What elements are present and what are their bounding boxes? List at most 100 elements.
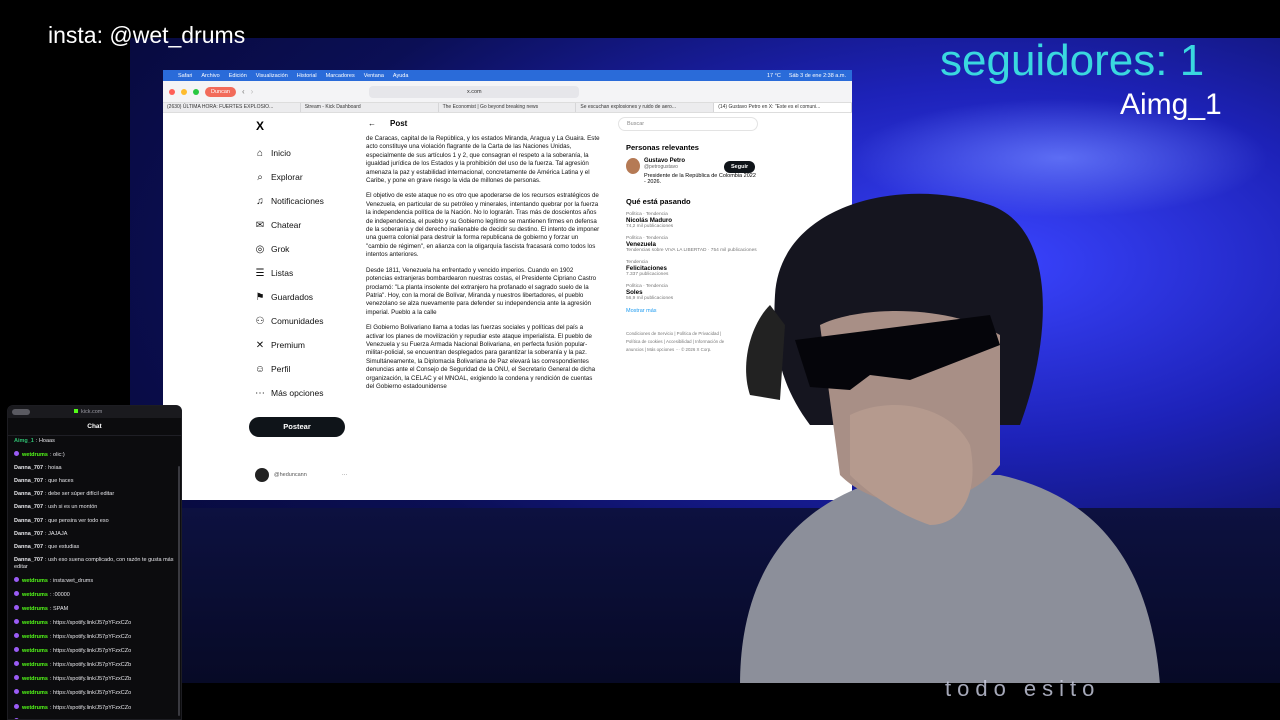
chat-username[interactable]: wetdrums: [22, 676, 48, 682]
search-input[interactable]: Buscar: [618, 117, 758, 131]
menu-item[interactable]: Historial: [297, 73, 317, 79]
chat-username[interactable]: wetdrums: [22, 690, 48, 696]
chat-text: SPAM: [53, 605, 69, 612]
chat-username[interactable]: wetdrums: [22, 452, 48, 458]
profile-button[interactable]: Duncan: [205, 86, 236, 97]
nav-item[interactable]: ⌕ Explorar: [249, 165, 359, 189]
chat-message: wetdrums: insta:wet_drums: [14, 576, 175, 585]
chat-text: insta:wet_drums: [53, 577, 94, 584]
chat-username[interactable]: Danna_707: [14, 465, 43, 471]
browser-toolbar: Duncan ‹ › x.com: [163, 81, 852, 103]
browser-tab[interactable]: Se escuchan explosiones y ruido de aero.…: [576, 103, 715, 112]
nav-item[interactable]: ⌂ Inicio: [249, 141, 359, 165]
chat-username[interactable]: wetdrums: [22, 620, 48, 626]
browser-tab[interactable]: Stream - Kick Dashboard: [301, 103, 439, 112]
zoom-window-icon[interactable]: [193, 88, 199, 95]
chat-message: Danna_707: que estudias: [14, 543, 80, 550]
nav-item[interactable]: ☺ Perfil: [249, 357, 359, 381]
post-button[interactable]: Postear: [249, 417, 345, 437]
mic-badge-icon: [14, 590, 19, 596]
nav-label: Listas: [271, 268, 294, 278]
nav-item[interactable]: ♫ Notificaciones: [249, 189, 359, 213]
menu-item[interactable]: Safari: [178, 73, 192, 79]
chat-message: wetdrums: https://spotify.link/J57pYFzxC…: [14, 689, 175, 697]
chat-username[interactable]: wetdrums: [22, 578, 48, 584]
follow-button[interactable]: Seguir: [724, 161, 756, 173]
avatar: [626, 158, 640, 174]
sidebar-toggle-icon[interactable]: [12, 409, 30, 415]
menubar-status: 17 °C Sáb 3 de ene 2:38 a.m.: [767, 73, 846, 79]
chat-text: :00000: [53, 591, 70, 598]
nav-item[interactable]: ◎ Grok: [249, 237, 359, 261]
account-switcher[interactable]: @heduncann ···: [255, 468, 347, 482]
chat-text: https://spotify.link/J57pYFzxCZb: [53, 662, 132, 669]
chat-username[interactable]: wetdrums: [22, 606, 48, 612]
menu-item[interactable]: Archivo: [201, 73, 219, 79]
x-logo-icon[interactable]: X: [256, 119, 359, 133]
forward-arrow-icon[interactable]: ›: [251, 87, 254, 96]
post-paragraph: El objetivo de este ataque no es otro qu…: [366, 192, 600, 259]
chat-username[interactable]: Danna_707: [14, 491, 43, 497]
chat-message: wetdrums: :00000: [14, 590, 175, 599]
menu-item[interactable]: Visualización: [256, 73, 288, 79]
chat-username[interactable]: wetdrums: [22, 705, 48, 711]
chat-message: Danna_707: debe ser súper difícil editar: [14, 491, 115, 498]
streamer-webcam: [740, 193, 1160, 685]
chat-message: Aimg_1: Hoaas: [14, 438, 55, 444]
chat-message: wetdrums: https://spotify.link/J57pYFzxC…: [14, 619, 175, 627]
nav-item[interactable]: ⋯ Más opciones: [249, 381, 359, 405]
chat-messages: Aimg_1: Hoaas wetdrums: olic:) Danna_707: …: [8, 436, 181, 719]
nav-label: Perfil: [271, 364, 291, 374]
nav-item[interactable]: ⚇ Comunidades: [249, 309, 359, 333]
nav-icon: ⌂: [256, 147, 264, 159]
chat-username[interactable]: Danna_707: [14, 531, 43, 537]
nav-item[interactable]: ⚑ Guardados: [249, 285, 359, 309]
nav-label: Grok: [271, 244, 290, 254]
nav-item[interactable]: ✉ Chatear: [249, 213, 359, 237]
back-arrow-icon[interactable]: ←: [368, 119, 376, 128]
menu-item[interactable]: Ayuda: [393, 73, 409, 79]
nav-icon: ✉: [255, 219, 265, 231]
mic-badge-icon: [14, 647, 19, 653]
chat-scrollbar[interactable]: [178, 466, 180, 716]
chat-text: que estudias: [48, 543, 80, 550]
clock: Sáb 3 de ene 2:38 a.m.: [788, 72, 846, 79]
address-bar[interactable]: x.com: [369, 85, 580, 98]
chat-text: https://spotify.link/J57pYFzxCZo: [53, 690, 132, 697]
chat-username[interactable]: Danna_707: [14, 478, 43, 484]
nav-item[interactable]: ✕ Premium: [249, 333, 359, 357]
chat-username[interactable]: wetdrums: [22, 592, 48, 598]
browser-tab[interactable]: (2630) ÚLTIMA HORA: FUERTES EXPLOSIO...: [163, 103, 301, 112]
chat-username[interactable]: wetdrums: [22, 648, 48, 654]
nav-item[interactable]: ☰ Listas: [249, 261, 359, 285]
post-column: ← Post de Caracas, capital de la Repúbli…: [366, 113, 601, 398]
more-icon[interactable]: ···: [342, 472, 348, 478]
chat-username[interactable]: wetdrums: [22, 634, 48, 640]
chat-username[interactable]: Danna_707: [14, 557, 43, 563]
menu-item[interactable]: Marcadores: [326, 73, 355, 79]
nav-icon: ✕: [255, 339, 265, 351]
chat-username[interactable]: Danna_707: [14, 518, 43, 524]
chat-username[interactable]: Danna_707: [14, 504, 43, 510]
chat-host: kick.com: [74, 409, 102, 415]
browser-tab[interactable]: (14) Gustavo Petro en X: "Este es el com…: [714, 103, 852, 112]
back-arrow-icon[interactable]: ‹: [242, 87, 245, 96]
x-left-nav: X ⌂ Inicio ⌕ Explorar ♫ Notificaciones ✉ Chatea…: [249, 113, 359, 437]
chat-username[interactable]: Danna_707: [14, 544, 43, 550]
chat-text: JAJAJA: [48, 530, 68, 537]
mic-badge-icon: [14, 675, 19, 681]
minimize-window-icon[interactable]: [181, 88, 187, 95]
latest-follower: Aimg_1: [1120, 88, 1222, 121]
mic-badge-icon: [14, 689, 19, 695]
chat-username[interactable]: Aimg_1: [14, 438, 34, 444]
chat-message: Danna_707: ush eso suena complicado, con…: [14, 556, 174, 570]
mic-badge-icon: [14, 661, 19, 667]
kick-chat-window: kick.com Chat Aimg_1: Hoaas wetdrums: oli…: [7, 405, 182, 720]
menu-item[interactable]: Ventana: [364, 73, 384, 79]
browser-tab[interactable]: The Economist | Go beyond breaking news: [439, 103, 577, 112]
chat-message: wetdrums: https://spotify.link/J57pYFzxC…: [14, 633, 175, 641]
nav-label: Guardados: [271, 292, 314, 302]
menu-item[interactable]: Edición: [229, 73, 247, 79]
chat-username[interactable]: wetdrums: [22, 662, 48, 668]
close-window-icon[interactable]: [169, 88, 175, 95]
